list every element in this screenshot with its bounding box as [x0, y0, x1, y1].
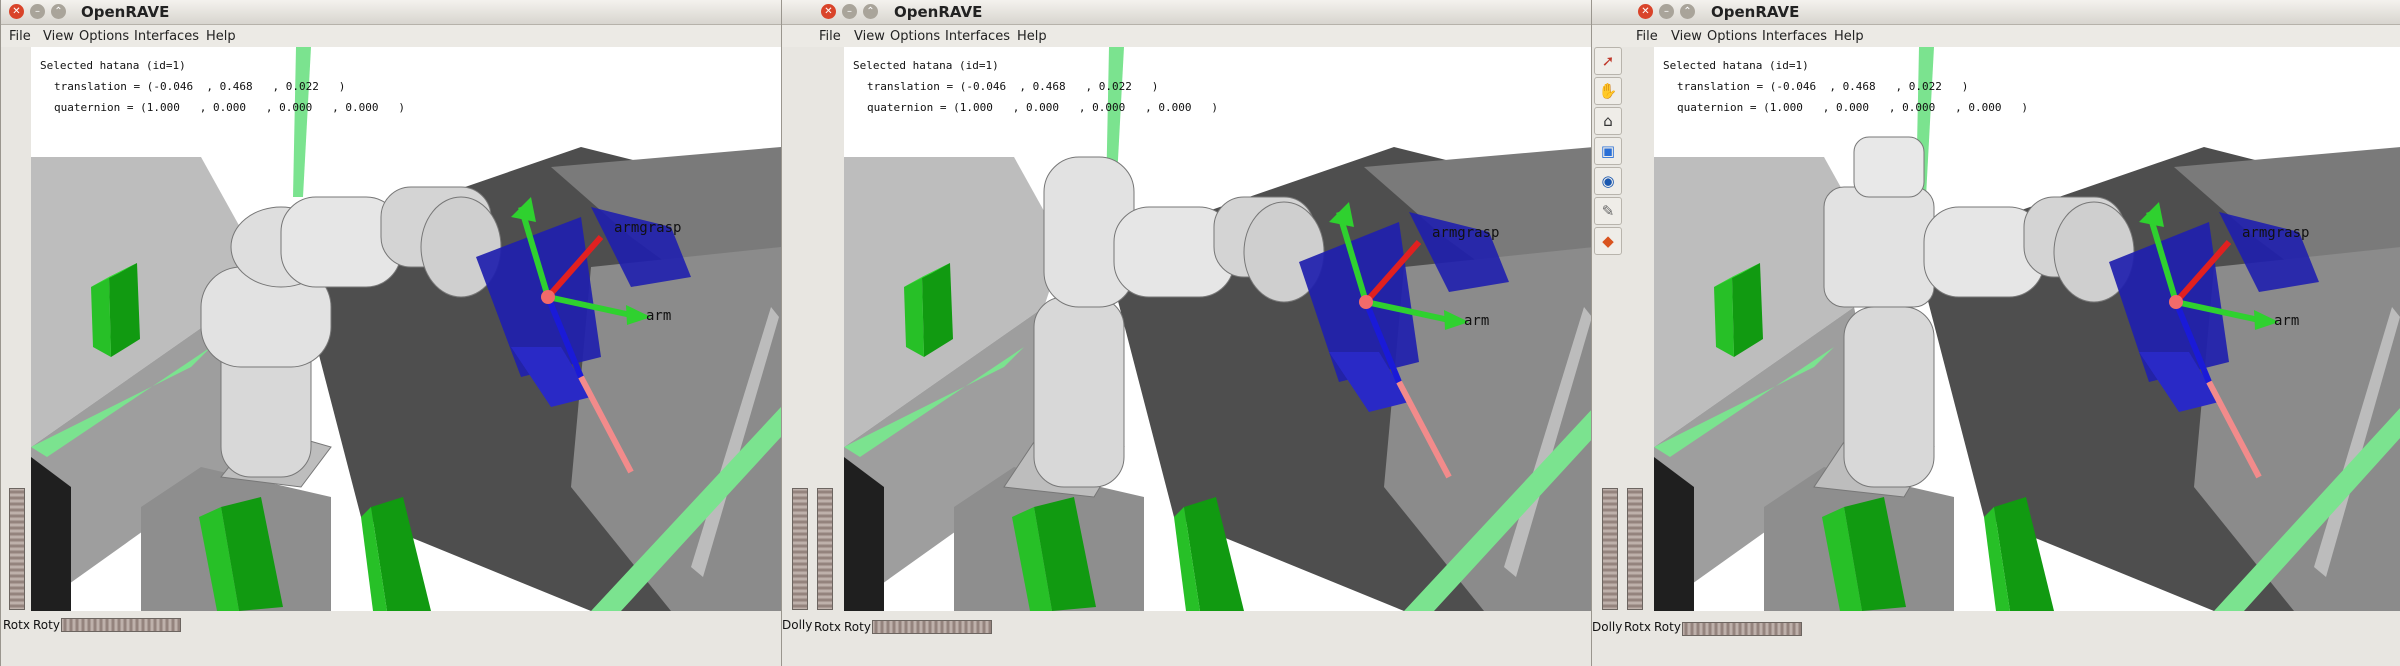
rotx-wheel[interactable]	[9, 488, 25, 610]
rotx-wheel[interactable]	[817, 488, 833, 610]
scene-render: armgrasp arm	[844, 47, 1594, 611]
selection-info: Selected hatana (id=1) translation = (-0…	[1663, 55, 2028, 118]
status-bar	[1592, 640, 2400, 666]
perspective-icon[interactable]: ✎	[1594, 197, 1622, 225]
menu-bar: File View Options Interfaces Help	[782, 25, 1621, 47]
roty-label: Roty	[844, 620, 871, 634]
home-view-icon[interactable]: ⌂	[1594, 107, 1622, 135]
minimize-icon[interactable]: –	[30, 4, 45, 19]
rotx-label: Rotx	[3, 618, 30, 632]
roty-wheel[interactable]	[61, 618, 181, 632]
3d-viewport[interactable]: armgrasp arm Selected hatana (id=1) tran…	[1654, 47, 2400, 611]
rotx-wheel[interactable]	[1627, 488, 1643, 610]
scene-render: armgrasp arm	[31, 47, 781, 611]
view-all-icon[interactable]: ▣	[1594, 137, 1622, 165]
close-icon[interactable]: ✕	[1638, 4, 1653, 19]
selection-info: Selected hatana (id=1) translation = (-0…	[40, 55, 405, 118]
status-bar	[1, 640, 791, 666]
menu-view[interactable]: View	[43, 29, 74, 44]
menu-bar: File View Options Interfaces Help	[1, 25, 791, 47]
roty-label: Roty	[33, 618, 60, 632]
menu-view[interactable]: View	[854, 29, 885, 44]
3d-viewport[interactable]: armgrasp arm Selected hatana (id=1) tran…	[31, 47, 781, 611]
selection-info: Selected hatana (id=1) translation = (-0…	[853, 55, 1218, 118]
selected-object-text: Selected hatana (id=1)	[1663, 59, 1809, 72]
translation-text: translation = (-0.046 , 0.468 , 0.022 )	[1677, 80, 1969, 93]
openrave-window-1: ✕ – ⌃ OpenRAVE File View Options Interfa…	[0, 0, 792, 666]
menu-file[interactable]: File	[1636, 29, 1658, 44]
menu-interfaces[interactable]: Interfaces	[1762, 29, 1827, 44]
roty-label: Roty	[1654, 620, 1681, 634]
title-bar: ✕ – ⌃ OpenRAVE	[1, 0, 791, 25]
close-icon[interactable]: ✕	[9, 4, 24, 19]
rotx-label: Rotx	[1624, 620, 1651, 634]
menu-view[interactable]: View	[1671, 29, 1702, 44]
maximize-icon[interactable]: ⌃	[863, 4, 878, 19]
svg-text:armgrasp: armgrasp	[614, 220, 681, 236]
menu-help[interactable]: Help	[206, 29, 236, 44]
selected-object-text: Selected hatana (id=1)	[40, 59, 186, 72]
quaternion-text: quaternion = (1.000 , 0.000 , 0.000 , 0.…	[867, 101, 1218, 114]
svg-text:armgrasp: armgrasp	[1432, 225, 1499, 241]
minimize-icon[interactable]: –	[1659, 4, 1674, 19]
select-arrow-icon[interactable]: ➚	[1594, 47, 1622, 75]
menu-help[interactable]: Help	[1017, 29, 1047, 44]
title-bar: ✕ – ⌃ OpenRAVE	[1592, 0, 2400, 25]
cube-projection-icon[interactable]: ◆	[1594, 227, 1622, 255]
svg-text:arm: arm	[2274, 313, 2299, 329]
roty-wheel[interactable]	[1682, 622, 1802, 636]
window-title: OpenRAVE	[1711, 3, 1800, 21]
menu-interfaces[interactable]: Interfaces	[945, 29, 1010, 44]
roty-wheel[interactable]	[872, 620, 992, 634]
menu-options[interactable]: Options	[79, 29, 129, 44]
window-title: OpenRAVE	[81, 3, 170, 21]
menu-help[interactable]: Help	[1834, 29, 1864, 44]
selected-object-text: Selected hatana (id=1)	[853, 59, 999, 72]
maximize-icon[interactable]: ⌃	[51, 4, 66, 19]
dolly-wheel[interactable]	[1602, 488, 1618, 610]
openrave-window-2: ✕ – ⌃ OpenRAVE File View Options Interfa…	[781, 0, 1622, 666]
menu-options[interactable]: Options	[1707, 29, 1757, 44]
quaternion-text: quaternion = (1.000 , 0.000 , 0.000 , 0.…	[1677, 101, 2028, 114]
menu-interfaces[interactable]: Interfaces	[134, 29, 199, 44]
minimize-icon[interactable]: –	[842, 4, 857, 19]
maximize-icon[interactable]: ⌃	[1680, 4, 1695, 19]
dolly-label: Dolly	[1592, 620, 1623, 634]
dolly-label: Dolly	[782, 618, 813, 632]
menu-options[interactable]: Options	[890, 29, 940, 44]
menu-file[interactable]: File	[9, 29, 31, 44]
menu-file[interactable]: File	[819, 29, 841, 44]
3d-viewport[interactable]: armgrasp arm Selected hatana (id=1) tran…	[844, 47, 1594, 611]
openrave-window-3: ✕ – ⌃ OpenRAVE File View Options Interfa…	[1591, 0, 2400, 666]
seek-eye-icon[interactable]: ◉	[1594, 167, 1622, 195]
window-title: OpenRAVE	[894, 3, 983, 21]
svg-text:arm: arm	[1464, 313, 1489, 329]
translation-text: translation = (-0.046 , 0.468 , 0.022 )	[54, 80, 346, 93]
close-icon[interactable]: ✕	[821, 4, 836, 19]
svg-text:arm: arm	[646, 308, 671, 324]
scene-render: armgrasp arm	[1654, 47, 2400, 611]
title-bar: ✕ – ⌃ OpenRAVE	[782, 0, 1621, 25]
rotx-label: Rotx	[814, 620, 841, 634]
quaternion-text: quaternion = (1.000 , 0.000 , 0.000 , 0.…	[54, 101, 405, 114]
hand-pan-icon[interactable]: ✋	[1594, 77, 1622, 105]
status-bar	[782, 640, 1621, 666]
menu-bar: File View Options Interfaces Help	[1592, 25, 2400, 47]
dolly-wheel[interactable]	[792, 488, 808, 610]
svg-text:armgrasp: armgrasp	[2242, 225, 2309, 241]
translation-text: translation = (-0.046 , 0.468 , 0.022 )	[867, 80, 1159, 93]
